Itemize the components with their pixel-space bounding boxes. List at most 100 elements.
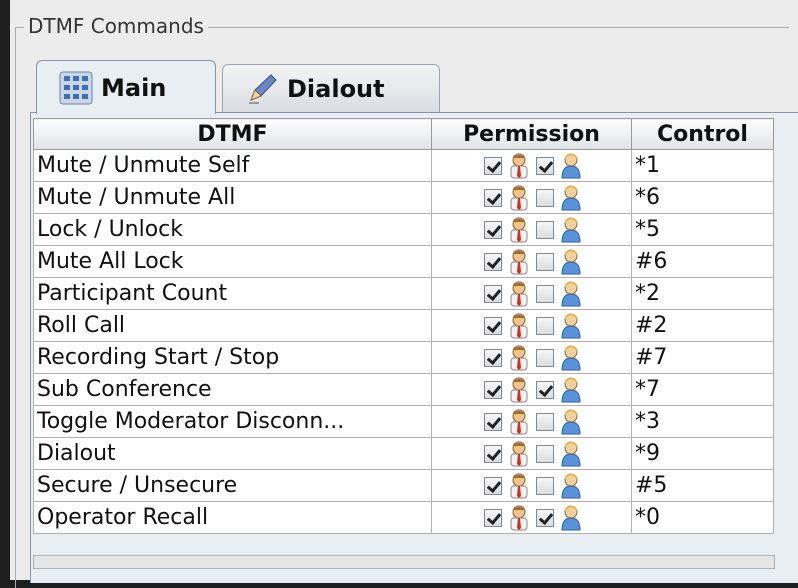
dtmf-name: Dialout xyxy=(33,437,432,470)
participant-permission-checkbox[interactable] xyxy=(536,412,554,431)
permission-cell xyxy=(431,373,632,406)
tab-dialout[interactable]: Dialout xyxy=(222,64,440,112)
moderator-permission-checkbox[interactable] xyxy=(484,508,502,527)
column-header-permission[interactable]: Permission xyxy=(431,118,632,150)
participant-permission-checkbox[interactable] xyxy=(536,220,554,239)
dtmf-name: Operator Recall xyxy=(33,501,432,534)
participant-permission-checkbox[interactable] xyxy=(536,284,554,303)
table-row[interactable]: Operator Recall *0 xyxy=(33,501,774,534)
participant-icon xyxy=(560,313,582,339)
moderator-icon xyxy=(508,409,530,435)
dtmf-name: Mute / Unmute All xyxy=(33,181,432,214)
participant-icon xyxy=(560,153,582,179)
moderator-icon xyxy=(508,441,530,467)
moderator-icon xyxy=(508,313,530,339)
control-code[interactable]: *0 xyxy=(631,501,774,534)
table-row[interactable]: Mute / Unmute Self *1 xyxy=(33,149,774,182)
control-code[interactable]: #2 xyxy=(631,309,774,342)
dtmf-name: Secure / Unsecure xyxy=(33,469,432,502)
moderator-permission-checkbox[interactable] xyxy=(484,156,502,175)
dtmf-name: Lock / Unlock xyxy=(33,213,432,246)
participant-icon xyxy=(560,249,582,275)
participant-icon xyxy=(560,281,582,307)
dtmf-name: Mute / Unmute Self xyxy=(33,149,432,182)
tab-main-label: Main xyxy=(101,73,167,102)
keypad-grid-icon xyxy=(59,71,93,104)
table-row[interactable]: Mute All Lock #6 xyxy=(33,245,774,278)
participant-permission-checkbox[interactable] xyxy=(536,188,554,207)
participant-icon xyxy=(560,185,582,211)
tab-main[interactable]: Main xyxy=(36,60,216,114)
dtmf-name: Roll Call xyxy=(33,309,432,342)
control-code[interactable]: *9 xyxy=(631,437,774,470)
control-code[interactable]: *5 xyxy=(631,213,774,246)
participant-icon xyxy=(560,377,582,403)
table-row[interactable]: Lock / Unlock *5 xyxy=(33,213,774,246)
permission-cell xyxy=(431,501,632,534)
control-code[interactable]: *6 xyxy=(631,181,774,214)
control-code[interactable]: #7 xyxy=(631,341,774,374)
permission-cell xyxy=(431,213,632,246)
permission-cell xyxy=(431,469,632,502)
participant-permission-checkbox[interactable] xyxy=(536,508,554,527)
moderator-icon xyxy=(508,249,530,275)
column-header-dtmf[interactable]: DTMF xyxy=(33,118,432,150)
participant-icon xyxy=(560,441,582,467)
participant-permission-checkbox[interactable] xyxy=(536,476,554,495)
participant-permission-checkbox[interactable] xyxy=(536,380,554,399)
table-row[interactable]: Secure / Unsecure #5 xyxy=(33,469,774,502)
participant-permission-checkbox[interactable] xyxy=(536,156,554,175)
control-code[interactable]: *2 xyxy=(631,277,774,310)
moderator-permission-checkbox[interactable] xyxy=(484,412,502,431)
moderator-permission-checkbox[interactable] xyxy=(484,476,502,495)
moderator-permission-checkbox[interactable] xyxy=(484,284,502,303)
dtmf-table: DTMF Permission Control Mute / Unmute Se… xyxy=(33,118,774,534)
permission-cell xyxy=(431,181,632,214)
control-code[interactable]: #5 xyxy=(631,469,774,502)
control-code[interactable]: *1 xyxy=(631,149,774,182)
table-row[interactable]: Roll Call #2 xyxy=(33,309,774,342)
permission-cell xyxy=(431,405,632,438)
moderator-icon xyxy=(508,345,530,371)
permission-cell xyxy=(431,277,632,310)
participant-permission-checkbox[interactable] xyxy=(536,348,554,367)
moderator-icon xyxy=(508,505,530,531)
participant-permission-checkbox[interactable] xyxy=(536,252,554,271)
moderator-icon xyxy=(508,217,530,243)
participant-icon xyxy=(560,473,582,499)
moderator-permission-checkbox[interactable] xyxy=(484,220,502,239)
control-code[interactable]: #6 xyxy=(631,245,774,278)
participant-icon xyxy=(560,217,582,243)
moderator-icon xyxy=(508,281,530,307)
table-row[interactable]: Mute / Unmute All *6 xyxy=(33,181,774,214)
permission-cell xyxy=(431,245,632,278)
moderator-icon xyxy=(508,153,530,179)
participant-permission-checkbox[interactable] xyxy=(536,444,554,463)
moderator-permission-checkbox[interactable] xyxy=(484,380,502,399)
table-row[interactable]: Sub Conference *7 xyxy=(33,373,774,406)
pencil-icon xyxy=(249,73,277,104)
moderator-permission-checkbox[interactable] xyxy=(484,316,502,335)
control-code[interactable]: *3 xyxy=(631,405,774,438)
group-title: DTMF Commands xyxy=(24,13,208,39)
permission-cell xyxy=(431,149,632,182)
moderator-permission-checkbox[interactable] xyxy=(484,252,502,271)
dtmf-name: Toggle Moderator Disconn... xyxy=(33,405,432,438)
table-row[interactable]: Dialout *9 xyxy=(33,437,774,470)
moderator-icon xyxy=(508,377,530,403)
moderator-icon xyxy=(508,473,530,499)
control-code[interactable]: *7 xyxy=(631,373,774,406)
table-row[interactable]: Participant Count *2 xyxy=(33,277,774,310)
permission-cell xyxy=(431,309,632,342)
participant-icon xyxy=(560,505,582,531)
dtmf-name: Sub Conference xyxy=(33,373,432,406)
table-row[interactable]: Toggle Moderator Disconn... *3 xyxy=(33,405,774,438)
moderator-permission-checkbox[interactable] xyxy=(484,444,502,463)
table-row[interactable]: Recording Start / Stop #7 xyxy=(33,341,774,374)
moderator-permission-checkbox[interactable] xyxy=(484,188,502,207)
moderator-permission-checkbox[interactable] xyxy=(484,348,502,367)
participant-icon xyxy=(560,409,582,435)
participant-permission-checkbox[interactable] xyxy=(536,316,554,335)
moderator-icon xyxy=(508,185,530,211)
column-header-control[interactable]: Control xyxy=(631,118,774,150)
